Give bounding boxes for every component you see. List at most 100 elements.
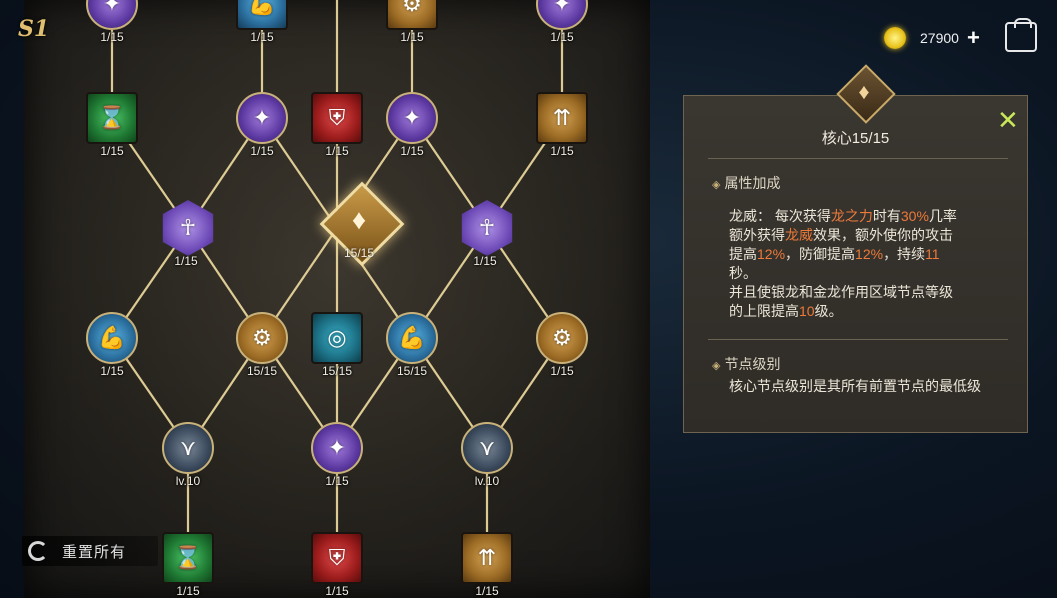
core-node[interactable]: ♦ 15/15 [319,181,405,267]
node-level-label: 1/15 [176,584,200,598]
body-icon: ⚙ [252,325,272,350]
node-level-label: 1/15 [475,584,499,598]
bag-icon[interactable] [1005,18,1037,52]
highlight-text: 龙之力 [830,208,873,224]
n-r1-3-frame: ⛨ [311,92,363,144]
n-r4-3-frame: ⋎ [461,422,513,474]
currency-amount: 27900 [920,30,959,46]
node-level-label: 1/15 [473,254,497,268]
talent-node-n-r3-3[interactable]: ◎ 15/15 [311,312,363,378]
section-attribute-bonus-title: 属性加成 [724,175,781,191]
shield-icon: ⛨ [328,545,346,570]
description-text: 提高 [729,246,757,262]
node-level-label: 1/15 [550,144,574,158]
n-r3-5-frame: ⚙ [536,312,588,364]
highlight-text: 龙威 [785,227,813,243]
n-r3-4-frame: 💪 [386,312,438,364]
node-level-label: 1/15 [250,144,274,158]
n-r3-1-frame: 💪 [86,312,138,364]
compass-icon: ✦ [102,0,122,16]
node-level-label: 1/15 [400,30,424,44]
highlight-text: 30% [900,208,929,224]
n-top-2-frame: 💪 [236,0,288,30]
talent-node-n-r4-3[interactable]: ⋎ lv.10 [461,422,513,488]
description-text: 效果，额外使你的攻击 [813,227,953,243]
node-level-description: 核心节点级别是其所有前置节点的最低级 [729,378,981,394]
talent-node-n-r3-5[interactable]: ⚙ 1/15 [536,312,588,378]
dragon-core-icon: ♦ [858,79,870,104]
hourglass-icon: ⌛ [174,545,202,570]
talent-tree-connectors [110,0,564,558]
talent-node-n-r4-2[interactable]: ✦ 1/15 [311,422,363,488]
dragon-wings-icon: ⋎ [478,435,496,460]
talent-node-n-top-4[interactable]: ✦ 1/15 [536,0,588,44]
n-r2-3-frame: ☥ [461,200,513,256]
talent-node-n-r1-2[interactable]: ✦ 1/15 [236,92,288,158]
compass-icon: ✦ [552,0,572,16]
talent-tree: ✦ 1/15 💪 1/15 ⚙ 1/15 ✦ 1/15 ⌛ 1/15 ✦ 1/15 ⛨ 1/15 ✦ 1/15… [24,0,650,598]
n-r1-1-frame: ⌛ [86,92,138,144]
n-r5-3-frame: ⇈ [461,532,513,584]
reset-all-button[interactable]: 重置所有 [22,536,158,566]
reset-icon [28,541,48,561]
node-level-label: lv.10 [474,474,500,488]
add-currency-button[interactable]: + [967,27,980,49]
panel-title: 核心15/15 [821,130,890,147]
talent-node-n-r3-1[interactable]: 💪 1/15 [86,312,138,378]
compass-icon: ✦ [252,105,272,130]
section-marker-icon: ◈ [712,360,721,372]
n-r2-1-frame: ☥ [162,200,214,256]
highlight-text: 10 [799,303,815,319]
arm-icon: 💪 [98,325,126,350]
description-text: 时有 [872,208,901,224]
description-text: 龙威： 每次获得 [729,208,831,224]
node-level-label: lv.10 [175,474,201,488]
description-line: 并且使银龙和金龙作用区域节点等级 [729,283,1009,302]
talent-node-n-r2-3[interactable]: ☥ 1/15 [459,200,515,268]
arm-icon: 💪 [398,325,426,350]
talent-node-n-top-3[interactable]: ⚙ 1/15 [386,0,438,44]
warrior-icon: ☥ [179,215,197,240]
talent-node-n-r1-5[interactable]: ⇈ 1/15 [536,92,588,158]
description-line: 龙威： 每次获得龙之力时有30%几率 [729,207,1009,226]
talent-node-n-r5-3[interactable]: ⇈ 1/15 [461,532,513,598]
n-r4-2-frame: ✦ [311,422,363,474]
n-r5-1-frame: ⌛ [162,532,214,584]
talent-node-n-r1-3[interactable]: ⛨ 1/15 [311,92,363,158]
node-level-label: 1/15 [325,144,349,158]
n-r1-4-frame: ✦ [386,92,438,144]
node-level-label: 1/15 [100,30,124,44]
arm-icon: 💪 [248,0,276,16]
n-r1-5-frame: ⇈ [536,92,588,144]
description-text: 的上限提高 [729,303,799,319]
node-level-label: 1/15 [100,144,124,158]
close-button[interactable]: ✕ [997,107,1019,133]
highlight-text: 11 [925,246,940,262]
section-marker-icon: ◈ [712,179,721,191]
talent-node-n-r3-4[interactable]: 💪 15/15 [386,312,438,378]
core-node-level: 15/15 [343,246,375,260]
talent-node-n-r3-2[interactable]: ⚙ 15/15 [236,312,288,378]
description-line: 提高12%，防御提高12%，持续11 [729,245,1009,264]
talent-node-n-r2-1[interactable]: ☥ 1/15 [160,200,216,268]
node-level-label: 15/15 [321,364,353,378]
body-icon: ⚙ [402,0,422,16]
talent-node-n-top-2[interactable]: 💪 1/15 [236,0,288,44]
talent-node-n-r5-2[interactable]: ⛨ 1/15 [311,532,363,598]
description-text: 几率 [928,208,957,224]
body-icon: ⚙ [552,325,572,350]
description-text: 秒。 [729,265,757,281]
n-r1-2-frame: ✦ [236,92,288,144]
compass-icon: ✦ [402,105,422,130]
talent-node-n-r1-1[interactable]: ⌛ 1/15 [86,92,138,158]
description-text: 额外获得 [729,227,785,243]
talent-node-n-r1-4[interactable]: ✦ 1/15 [386,92,438,158]
description-line: 秒。 [729,264,1009,283]
node-level-label: 1/15 [100,364,124,378]
talent-node-n-r5-1[interactable]: ⌛ 1/15 [162,532,214,598]
node-level-label: 1/15 [250,30,274,44]
talent-node-n-r4-1[interactable]: ⋎ lv.10 [162,422,214,488]
talent-node-n-top-1[interactable]: ✦ 1/15 [86,0,138,44]
currency-display: 27900 + [884,24,980,52]
node-level-label: 1/15 [550,30,574,44]
